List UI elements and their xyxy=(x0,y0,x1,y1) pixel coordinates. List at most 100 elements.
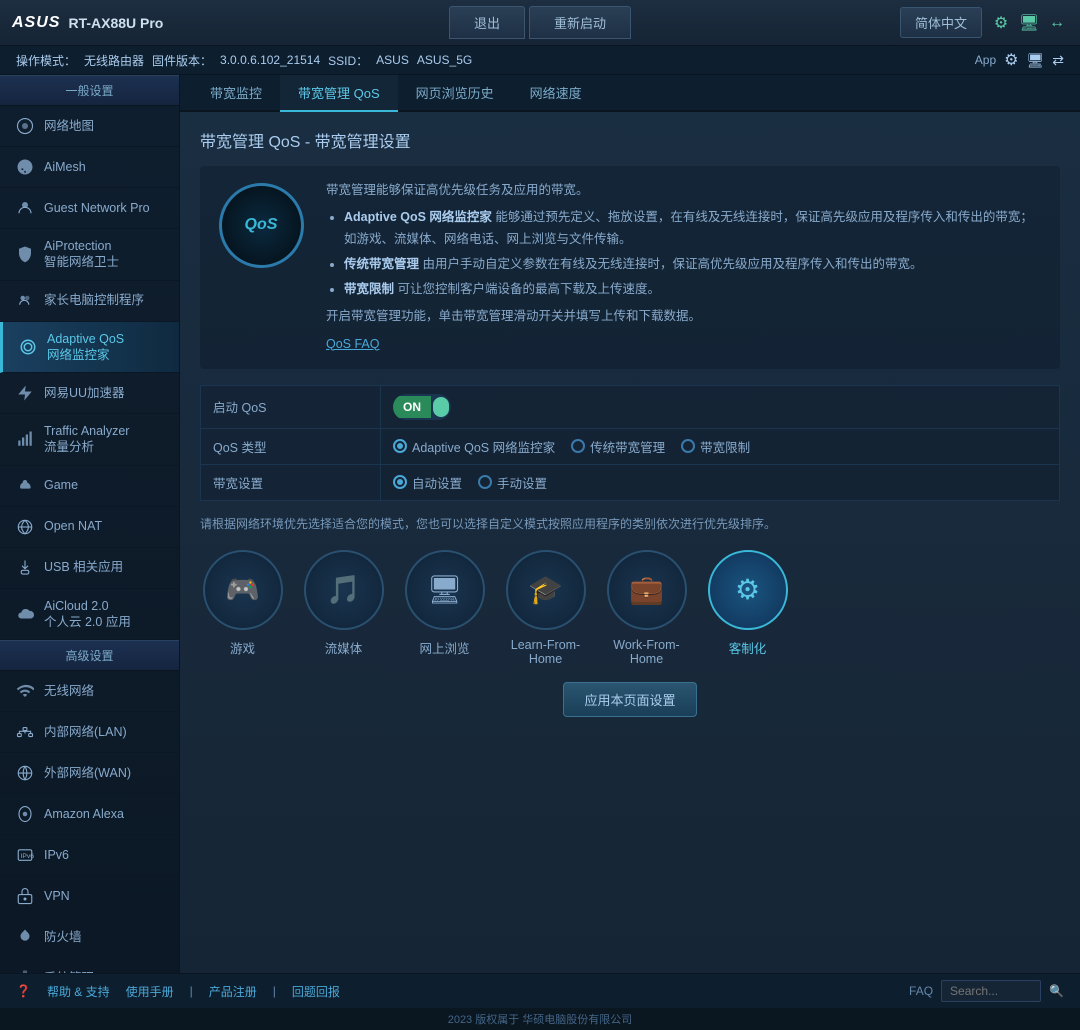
sidebar-item-game[interactable]: Game xyxy=(0,466,179,507)
sidebar-item-label-aicloud: AiCloud 2.0 个人云 2.0 应用 xyxy=(44,598,131,631)
sidebar-item-aicloud[interactable]: AiCloud 2.0 个人云 2.0 应用 xyxy=(0,589,179,641)
sidebar-item-vpn[interactable]: VPN xyxy=(0,876,179,917)
feature-1-name: Adaptive QoS 网络监控家 xyxy=(344,210,492,224)
status-bar: 操作模式： 无线路由器 固件版本： 3.0.0.6.102_21514 SSID… xyxy=(0,46,1080,75)
info-box: QoS 带宽管理能够保证高优先级任务及应用的带宽。 Adaptive QoS 网… xyxy=(200,166,1060,369)
feedback-link[interactable]: 回题回报 xyxy=(292,983,340,1000)
faq-area: FAQ 🔍 xyxy=(909,980,1064,1002)
reboot-button[interactable]: 重新启动 xyxy=(529,6,631,39)
firmware-label: 固件版本： xyxy=(152,52,212,69)
qos-enable-row: 启动 QoS ON xyxy=(201,385,1060,428)
sidebar-item-aimesh[interactable]: AiMesh xyxy=(0,147,179,188)
mode-item-game[interactable]: 🎮 游戏 xyxy=(200,550,285,666)
bandwidth-auto[interactable]: 自动设置 xyxy=(393,473,462,492)
gear-status-icon[interactable]: ⚙ xyxy=(1004,50,1018,70)
sidebar-item-label-guest: Guest Network Pro xyxy=(44,200,150,216)
sidebar-item-label-alexa: Amazon Alexa xyxy=(44,806,124,822)
sidebar-item-label-traffic: Traffic Analyzer 流量分析 xyxy=(44,423,129,456)
faq-search-input[interactable] xyxy=(941,980,1041,1002)
tabs-bar: 带宽监控 带宽管理 QoS 网页浏览历史 网络速度 xyxy=(180,75,1080,112)
tab-web-history[interactable]: 网页浏览历史 xyxy=(398,75,512,112)
usb-status-icon[interactable]: ⇄ xyxy=(1052,52,1064,69)
footer-bar: ❓ 帮助 & 支持 使用手册 | 产品注册 | 回题回报 FAQ 🔍 xyxy=(0,973,1080,1008)
manual-link[interactable]: 使用手册 xyxy=(126,983,174,1000)
tab-bandwidth-monitor[interactable]: 带宽监控 xyxy=(192,75,280,112)
qos-type-limit[interactable]: 带宽限制 xyxy=(681,437,750,456)
system-icon xyxy=(14,967,36,973)
qos-limit-dot xyxy=(681,439,695,453)
sidebar-item-label-opennat: Open NAT xyxy=(44,518,102,534)
sidebar-item-open-nat[interactable]: Open NAT xyxy=(0,507,179,548)
lan-icon xyxy=(14,721,36,743)
mode-item-web[interactable]: 🖥 网上浏览 xyxy=(402,550,487,666)
sidebar-item-label-firewall: 防火墙 xyxy=(44,929,82,945)
usb-app-icon xyxy=(14,557,36,579)
info-text: 带宽管理能够保证高优先级任务及应用的带宽。 Adaptive QoS 网络监控家… xyxy=(326,180,1044,355)
sidebar-item-wan[interactable]: 外部网络(WAN) xyxy=(0,753,179,794)
language-button[interactable]: 简体中文 xyxy=(900,7,982,38)
status-mode-value: 无线路由器 xyxy=(84,52,144,69)
product-reg-link[interactable]: 产品注册 xyxy=(209,983,257,1000)
sidebar-item-guest-network[interactable]: Guest Network Pro xyxy=(0,188,179,229)
qos-type-traditional[interactable]: 传统带宽管理 xyxy=(571,437,665,456)
separator-2: | xyxy=(273,984,276,998)
monitor-icon[interactable]: 🖥 xyxy=(1018,12,1040,34)
feature-3-desc: 可让您控制客户端设备的最高下载及上传速度。 xyxy=(398,282,661,296)
copyright-bar: 2023 版权属于 华硕电脑股份有限公司 xyxy=(0,1008,1080,1030)
logout-button[interactable]: 退出 xyxy=(449,6,525,39)
adaptive-qos-icon xyxy=(17,336,39,358)
aicloud-icon xyxy=(14,603,36,625)
sidebar-item-system[interactable]: 系统管理 xyxy=(0,958,179,973)
display-status-icon[interactable]: 🖥 xyxy=(1026,52,1044,69)
sidebar-item-traffic-analyzer[interactable]: Traffic Analyzer 流量分析 xyxy=(0,414,179,466)
sidebar-item-firewall[interactable]: 防火墙 xyxy=(0,917,179,958)
settings-icon[interactable]: ⚙ xyxy=(990,12,1012,34)
qos-faq-link[interactable]: QoS FAQ xyxy=(326,334,1044,355)
intro-text: 带宽管理能够保证高优先级任务及应用的带宽。 xyxy=(326,180,1044,201)
sidebar-item-label-aimesh: AiMesh xyxy=(44,159,86,175)
alexa-icon xyxy=(14,803,36,825)
firewall-icon xyxy=(14,926,36,948)
help-support-link[interactable]: 帮助 & 支持 xyxy=(47,983,110,1000)
tab-network-speed[interactable]: 网络速度 xyxy=(512,75,600,112)
sidebar-item-network-map[interactable]: 网络地图 xyxy=(0,106,179,147)
qos-logo-circle: QoS xyxy=(219,183,304,268)
aiprotection-icon xyxy=(14,243,36,265)
sidebar-item-adaptive-qos[interactable]: Adaptive QoS 网络监控家 xyxy=(0,322,179,374)
mode-item-custom[interactable]: ⚙ 客制化 xyxy=(705,550,790,666)
mode-icon-web: 🖥 xyxy=(405,550,485,630)
mode-item-stream[interactable]: 🎵 流媒体 xyxy=(301,550,386,666)
sidebar-item-lan[interactable]: 内部网络(LAN) xyxy=(0,712,179,753)
sidebar-item-parental[interactable]: 家长电脑控制程序 xyxy=(0,281,179,322)
sidebar-item-label-vpn: VPN xyxy=(44,888,70,904)
sidebar-item-alexa[interactable]: Amazon Alexa xyxy=(0,794,179,835)
sidebar-item-network-uu[interactable]: 网易UU加速器 xyxy=(0,373,179,414)
sidebar-item-wireless[interactable]: 无线网络 xyxy=(0,671,179,712)
bandwidth-manual-dot xyxy=(478,475,492,489)
qos-type-adaptive[interactable]: Adaptive QoS 网络监控家 xyxy=(393,437,555,456)
model-name: RT-AX88U Pro xyxy=(68,15,163,31)
bandwidth-manual[interactable]: 手动设置 xyxy=(478,473,547,492)
sidebar-item-label-uu: 网易UU加速器 xyxy=(44,385,125,401)
sidebar-item-label-wireless: 无线网络 xyxy=(44,683,94,699)
mode-icon-learn: 🎓 xyxy=(506,550,586,630)
mode-label-stream: 流媒体 xyxy=(325,638,363,657)
tab-qos-management[interactable]: 带宽管理 QoS xyxy=(280,75,398,112)
mode-item-work[interactable]: 💼 Work-From- Home xyxy=(604,550,689,666)
sidebar-item-usb-app[interactable]: USB 相关应用 xyxy=(0,548,179,589)
qos-logo: QoS xyxy=(216,180,306,270)
sidebar: 一般设置 网络地图 AiMesh Guest Network Pro AiPro… xyxy=(0,75,180,973)
wireless-icon xyxy=(14,680,36,702)
apply-button[interactable]: 应用本页面设置 xyxy=(563,682,696,717)
ssid-label: SSID： xyxy=(328,52,368,69)
mode-label-game: 游戏 xyxy=(230,638,255,657)
sidebar-item-ipv6[interactable]: IPv6 IPv6 xyxy=(0,835,179,876)
sidebar-item-aiprotection[interactable]: AiProtection 智能网络卫士 xyxy=(0,229,179,281)
mode-item-learn[interactable]: 🎓 Learn-From- Home xyxy=(503,550,588,666)
bandwidth-label: 带宽设置 xyxy=(201,464,381,500)
qos-type-label: QoS 类型 xyxy=(201,428,381,464)
faq-search-icon[interactable]: 🔍 xyxy=(1049,984,1064,998)
network-icon[interactable]: ↔ xyxy=(1046,12,1068,34)
qos-toggle[interactable]: ON xyxy=(393,394,451,420)
mode-grid: 🎮 游戏 🎵 流媒体 🖥 网上浏览 🎓 Learn-From- Home 💼 xyxy=(200,550,1060,666)
